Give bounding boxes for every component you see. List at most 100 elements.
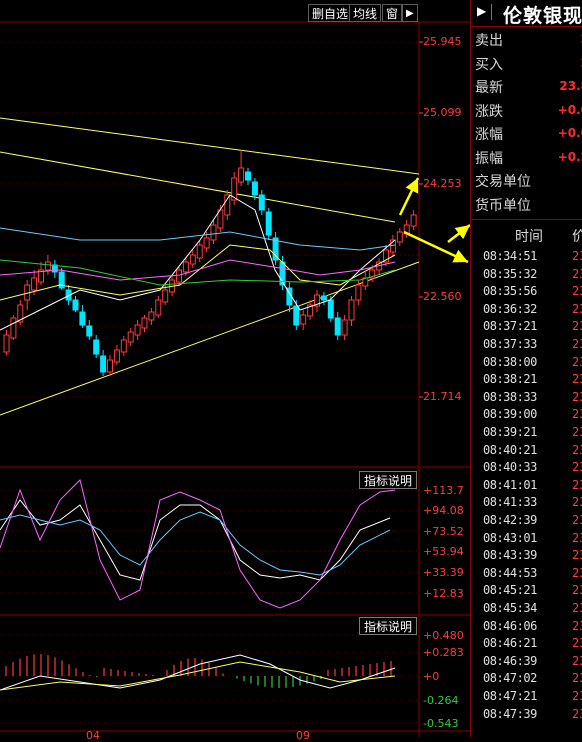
tick-time: 08:46:21 xyxy=(483,636,537,651)
main-axis-label: 25.945 xyxy=(423,35,462,48)
quote-panel: ▶ 伦敦银现 卖出2买入2最新23.8涨跌+0.0涨幅+0.0振幅+0.2交易单… xyxy=(470,0,582,737)
tick-time: 08:44:53 xyxy=(483,565,537,580)
tick-time: 08:45:21 xyxy=(483,583,537,598)
tick-time: 08:40:21 xyxy=(483,442,537,457)
info-label: 买入 xyxy=(475,56,503,73)
collapse-arrow-icon[interactable]: ▶ xyxy=(477,4,486,18)
tick-price: 23 xyxy=(572,530,582,545)
ind1-line xyxy=(0,499,391,581)
candle xyxy=(176,269,182,283)
tick-price: 23 xyxy=(572,671,582,686)
info-label: 最新 xyxy=(475,80,503,96)
ind2-axis-label: +0 xyxy=(423,670,440,683)
tick-time: 08:41:33 xyxy=(483,495,537,510)
info-label: 涨跌 xyxy=(475,103,503,120)
moving-averages xyxy=(0,194,396,331)
tick-price: 23 xyxy=(572,407,582,422)
info-value: +0.0 xyxy=(557,102,582,117)
tick-time: 08:39:00 xyxy=(483,407,537,422)
candle xyxy=(79,311,86,326)
candle xyxy=(251,181,258,196)
candle xyxy=(265,211,272,236)
tick-time: 08:45:34 xyxy=(483,601,537,615)
candle xyxy=(189,254,196,265)
macd-line xyxy=(0,654,396,691)
info-label: 卖出 xyxy=(475,33,503,49)
annotation-arrows xyxy=(398,177,470,264)
tick-price: 23 xyxy=(572,513,582,527)
ma-line xyxy=(0,194,396,331)
candle xyxy=(162,289,169,303)
candle xyxy=(224,194,231,216)
indicator1-lines xyxy=(0,479,396,609)
ind1-line xyxy=(0,511,391,576)
tick-time: 08:39:21 xyxy=(483,425,537,439)
candle xyxy=(355,284,362,301)
tick-time: 08:37:21 xyxy=(483,319,537,334)
delete-self-select-button[interactable]: 删自选 xyxy=(308,4,353,22)
candle xyxy=(258,194,265,211)
arrow-head xyxy=(454,225,470,240)
indicator1-help-button[interactable]: 指标说明 xyxy=(359,471,418,489)
time-axis-label: 09 xyxy=(296,729,310,742)
tick-price: 23 xyxy=(572,284,582,299)
ind1-axis-label: +73.52 xyxy=(423,525,464,538)
candle xyxy=(182,261,189,273)
tick-time: 08:46:39 xyxy=(483,653,537,668)
window-button[interactable]: 窗 xyxy=(382,4,403,22)
tick-time: 08:43:39 xyxy=(483,548,537,563)
candle xyxy=(334,317,341,336)
candle xyxy=(410,214,417,227)
tick-time: 08:47:39 xyxy=(483,706,537,721)
tick-time: 08:35:32 xyxy=(483,266,537,281)
time-axis-label: 04 xyxy=(86,729,100,742)
tick-price: 23 xyxy=(572,301,582,316)
tick-price: 23 xyxy=(572,354,582,369)
tick-price: 23 xyxy=(572,372,582,387)
candle xyxy=(134,324,141,336)
tick-price: 23 xyxy=(572,389,582,404)
candle xyxy=(107,359,113,373)
symbol-title: 伦敦银现 xyxy=(503,5,582,27)
candle xyxy=(293,305,300,326)
tick-price: 23 xyxy=(572,706,582,721)
tick-price: 23 xyxy=(572,565,582,580)
tick-time: 08:38:21 xyxy=(483,372,537,387)
indicator2-help-button[interactable]: 指标说明 xyxy=(359,617,418,635)
indicator2-lines xyxy=(0,654,396,691)
info-value: +0.2 xyxy=(557,149,582,164)
candle xyxy=(93,339,100,355)
candle xyxy=(341,319,348,336)
tick-time: 08:35:56 xyxy=(483,284,537,299)
tick-price: 23 xyxy=(572,337,582,351)
candle xyxy=(127,331,134,343)
ind2-axis-label: -0.264 xyxy=(423,694,459,707)
panel-toggle-button[interactable]: ▶ xyxy=(402,4,418,22)
candle xyxy=(44,261,51,271)
tick-price: 23 xyxy=(572,495,582,510)
candle xyxy=(113,349,120,363)
candle xyxy=(10,317,17,339)
ind1-line xyxy=(0,479,396,609)
kline-chart-area[interactable]: 删自选 均线 窗 ▶ 25.945 25.099 24.253 22.560 2… xyxy=(0,0,470,742)
ind2-axis-label: -0.543 xyxy=(423,717,459,730)
quote-panel-header: ▶ 伦敦银现 xyxy=(471,0,582,27)
tick-price: 23 xyxy=(572,636,582,651)
candle xyxy=(120,339,127,353)
info-value: 23.8 xyxy=(559,79,582,93)
tick-price: 23 xyxy=(572,460,582,475)
info-label: 交易单位 xyxy=(475,174,531,190)
info-label: 货币单位 xyxy=(475,197,531,214)
main-axis-label: 22.560 xyxy=(423,290,462,303)
tick-price: 23 xyxy=(572,477,582,492)
info-label: 振幅 xyxy=(475,150,503,167)
candle xyxy=(203,237,210,249)
tick-price: 23 xyxy=(572,266,582,281)
candle xyxy=(245,171,251,181)
avg-line-button[interactable]: 均线 xyxy=(349,4,382,22)
tick-col-time-header: 时间 xyxy=(515,229,543,245)
ind1-axis-label: +12.83 xyxy=(423,587,464,600)
tick-price: 23 xyxy=(572,601,582,615)
ind2-axis-label: +0.283 xyxy=(423,646,464,659)
candle xyxy=(141,317,148,329)
